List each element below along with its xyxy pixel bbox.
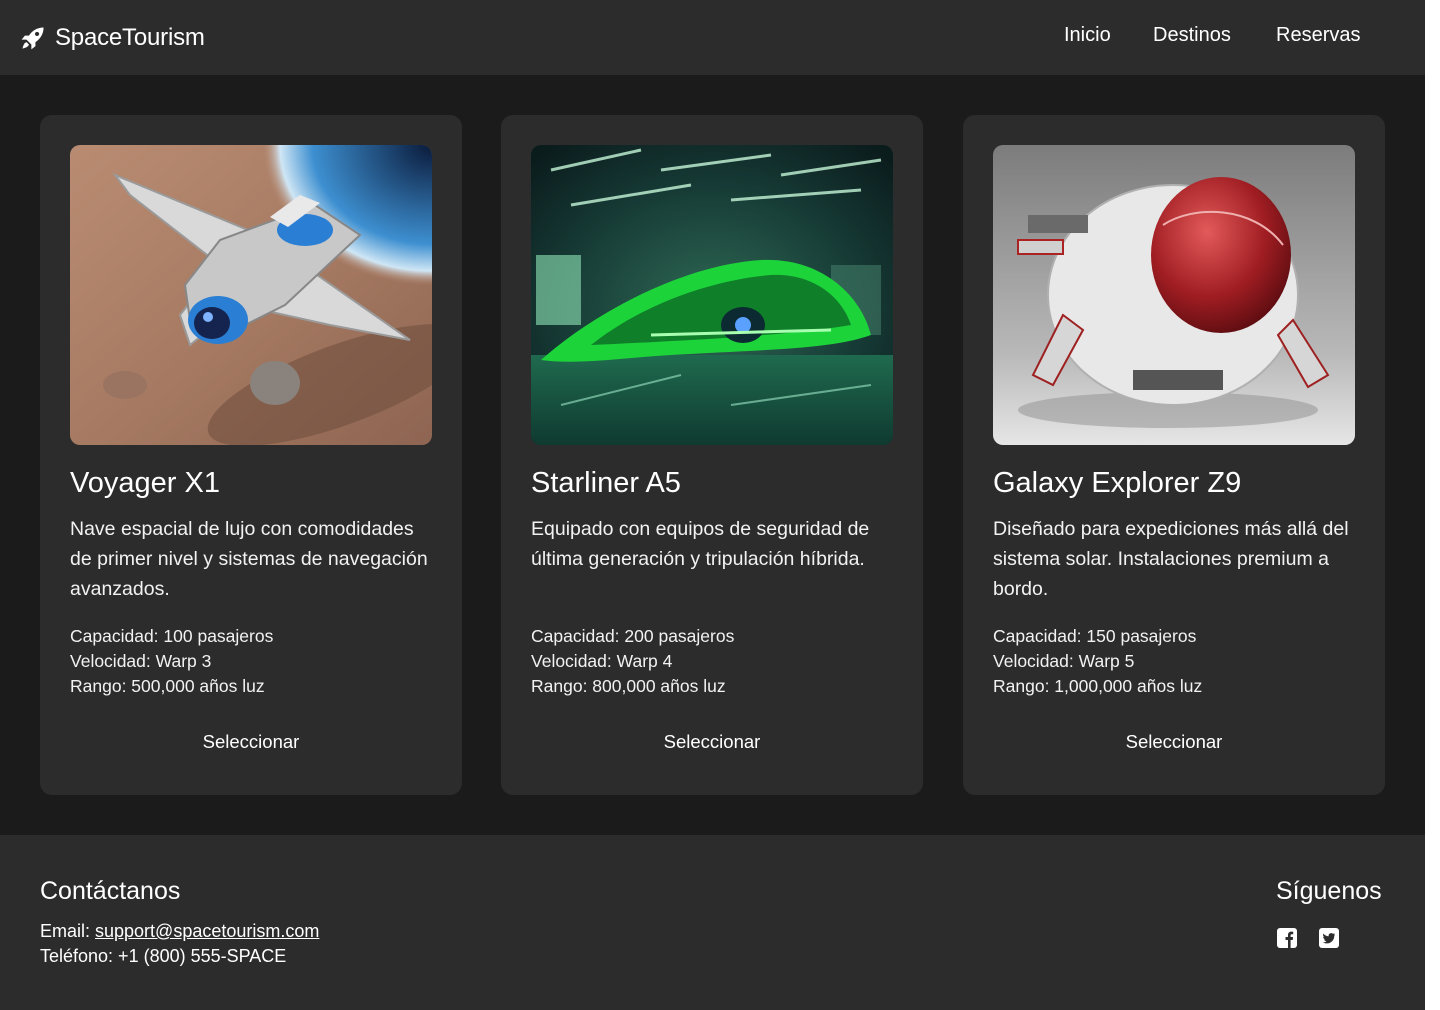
rocket-icon bbox=[21, 27, 44, 50]
facebook-icon[interactable] bbox=[1276, 927, 1298, 949]
ship-specs: Capacidad: 100 pasajeros Velocidad: Warp… bbox=[70, 624, 273, 699]
nav-link-reservas[interactable]: Reservas bbox=[1276, 24, 1360, 47]
email-label: Email: bbox=[40, 921, 96, 941]
select-button[interactable]: Seleccionar bbox=[531, 725, 893, 759]
site-footer: Contáctanos Email: support@spacetourism.… bbox=[0, 835, 1425, 1010]
ship-description: Diseñado para expediciones más allá del … bbox=[993, 518, 1349, 600]
brand-name: SpaceTourism bbox=[55, 24, 205, 51]
ship-image-voyager bbox=[70, 145, 432, 445]
social-links bbox=[1276, 927, 1360, 949]
contact-email-line: Email: support@spacetourism.com bbox=[40, 919, 319, 944]
ship-card-starliner: Starliner A5 Equipado con equipos de seg… bbox=[501, 115, 923, 795]
social-title: Síguenos bbox=[1276, 877, 1382, 905]
ship-capacity: Capacidad: 100 pasajeros bbox=[70, 626, 274, 646]
select-button[interactable]: Seleccionar bbox=[70, 725, 432, 759]
ship-specs: Capacidad: 150 pasajeros Velocidad: Warp… bbox=[993, 624, 1202, 699]
twitter-icon[interactable] bbox=[1318, 927, 1340, 949]
contact-info: Email: support@spacetourism.com Teléfono… bbox=[40, 919, 319, 969]
site-header: SpaceTourism Inicio Destinos Reservas bbox=[0, 0, 1425, 75]
brand-logo[interactable]: SpaceTourism bbox=[20, 22, 205, 54]
ship-description: Nave espacial de lujo con comodidades de… bbox=[70, 518, 428, 600]
ship-capacity: Capacidad: 200 pasajeros bbox=[531, 626, 735, 646]
email-link[interactable]: support@spacetourism.com bbox=[95, 921, 319, 941]
ship-card-galaxy-explorer: Galaxy Explorer Z9 Diseñado para expedic… bbox=[963, 115, 1385, 795]
select-button[interactable]: Seleccionar bbox=[993, 725, 1355, 759]
contact-title: Contáctanos bbox=[40, 877, 181, 905]
ship-card-voyager: Voyager X1 Nave espacial de lujo con com… bbox=[40, 115, 462, 795]
page: SpaceTourism Inicio Destinos Reservas Vo… bbox=[0, 0, 1425, 1010]
ship-range: Rango: 1,000,000 años luz bbox=[993, 676, 1203, 696]
ship-description: Equipado con equipos de seguridad de últ… bbox=[531, 518, 870, 570]
nav-link-inicio[interactable]: Inicio bbox=[1064, 24, 1111, 47]
ship-name: Galaxy Explorer Z9 bbox=[993, 467, 1242, 499]
ship-range: Rango: 800,000 años luz bbox=[531, 676, 726, 696]
contact-phone: Teléfono: +1 (800) 555-SPACE bbox=[40, 946, 287, 966]
ship-name: Starliner A5 bbox=[531, 467, 681, 499]
ship-image-starliner bbox=[531, 145, 893, 445]
ship-range: Rango: 500,000 años luz bbox=[70, 676, 265, 696]
ship-speed: Velocidad: Warp 5 bbox=[993, 651, 1135, 671]
ship-name: Voyager X1 bbox=[70, 467, 220, 499]
scrollbar[interactable] bbox=[1425, 0, 1440, 1010]
ship-specs: Capacidad: 200 pasajeros Velocidad: Warp… bbox=[531, 624, 734, 699]
ship-speed: Velocidad: Warp 4 bbox=[531, 651, 673, 671]
ship-image-galaxy-explorer bbox=[993, 145, 1355, 445]
ship-capacity: Capacidad: 150 pasajeros bbox=[993, 626, 1197, 646]
nav-link-destinos[interactable]: Destinos bbox=[1153, 24, 1231, 47]
ship-speed: Velocidad: Warp 3 bbox=[70, 651, 212, 671]
